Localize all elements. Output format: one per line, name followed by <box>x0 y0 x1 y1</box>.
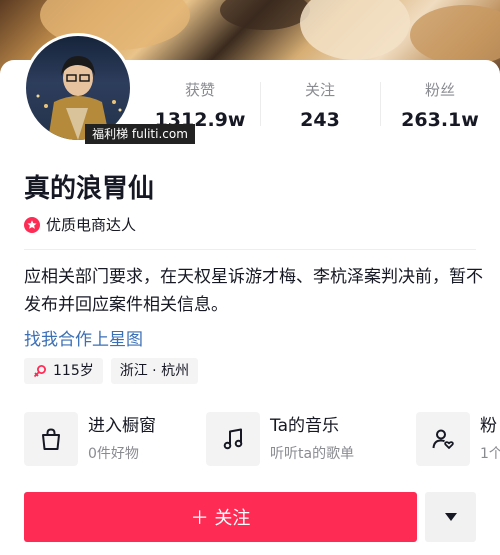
stat-followers-value: 263.1w <box>401 109 479 131</box>
stat-followers-label: 粉丝 <box>424 81 455 99</box>
feature-music-title: Ta的音乐 <box>270 416 339 436</box>
stat-following[interactable]: 关注 243 <box>260 80 380 135</box>
stat-following-value: 243 <box>300 109 340 131</box>
follow-button[interactable]: ＋ 关注 <box>24 492 417 542</box>
location-label: 浙江 · 杭州 <box>119 363 190 379</box>
feature-shop-title: 进入橱窗 <box>88 416 156 436</box>
creator-badge[interactable]: 优质电商达人 <box>24 214 136 235</box>
divider <box>24 249 476 250</box>
feature-music-subtitle: 听听ta的歌单 <box>270 446 355 462</box>
stat-following-label: 关注 <box>304 81 335 99</box>
badge-label: 优质电商达人 <box>46 216 137 234</box>
shopping-bag-icon <box>24 412 78 466</box>
stat-likes-label: 获赞 <box>184 81 215 99</box>
more-options-button[interactable] <box>425 492 476 542</box>
stat-followers[interactable]: 粉丝 263.1w <box>380 80 500 135</box>
feature-fans-title: 粉 <box>480 416 497 436</box>
age-tag: 115岁 <box>24 358 103 384</box>
watermark: 福利梯 fuliti.com <box>85 124 195 144</box>
feature-fans-subtitle: 1个 <box>480 446 500 462</box>
triangle-down-icon <box>444 513 457 521</box>
female-icon <box>33 365 46 378</box>
age-label: 115岁 <box>53 363 94 379</box>
star-badge-icon <box>24 216 40 233</box>
cooperation-link[interactable]: 找我合作上星图 <box>24 327 143 353</box>
feature-row: 进入橱窗 0件好物 Ta的音乐 听听ta的歌单 粉 1个 <box>24 412 500 468</box>
music-note-icon <box>206 412 260 466</box>
feature-shop-subtitle: 0件好物 <box>88 446 139 462</box>
profile-name: 真的浪胃仙 <box>24 174 155 204</box>
location-tag: 浙江 · 杭州 <box>110 358 199 384</box>
profile-bio: 应相关部门要求，在天权星诉游才梅、李杭泽案判决前，暂不发布并回应案件相关信息。 <box>24 267 483 315</box>
fans-group-icon <box>416 412 470 466</box>
profile-tags: 115岁 浙江 · 杭州 <box>24 358 199 384</box>
